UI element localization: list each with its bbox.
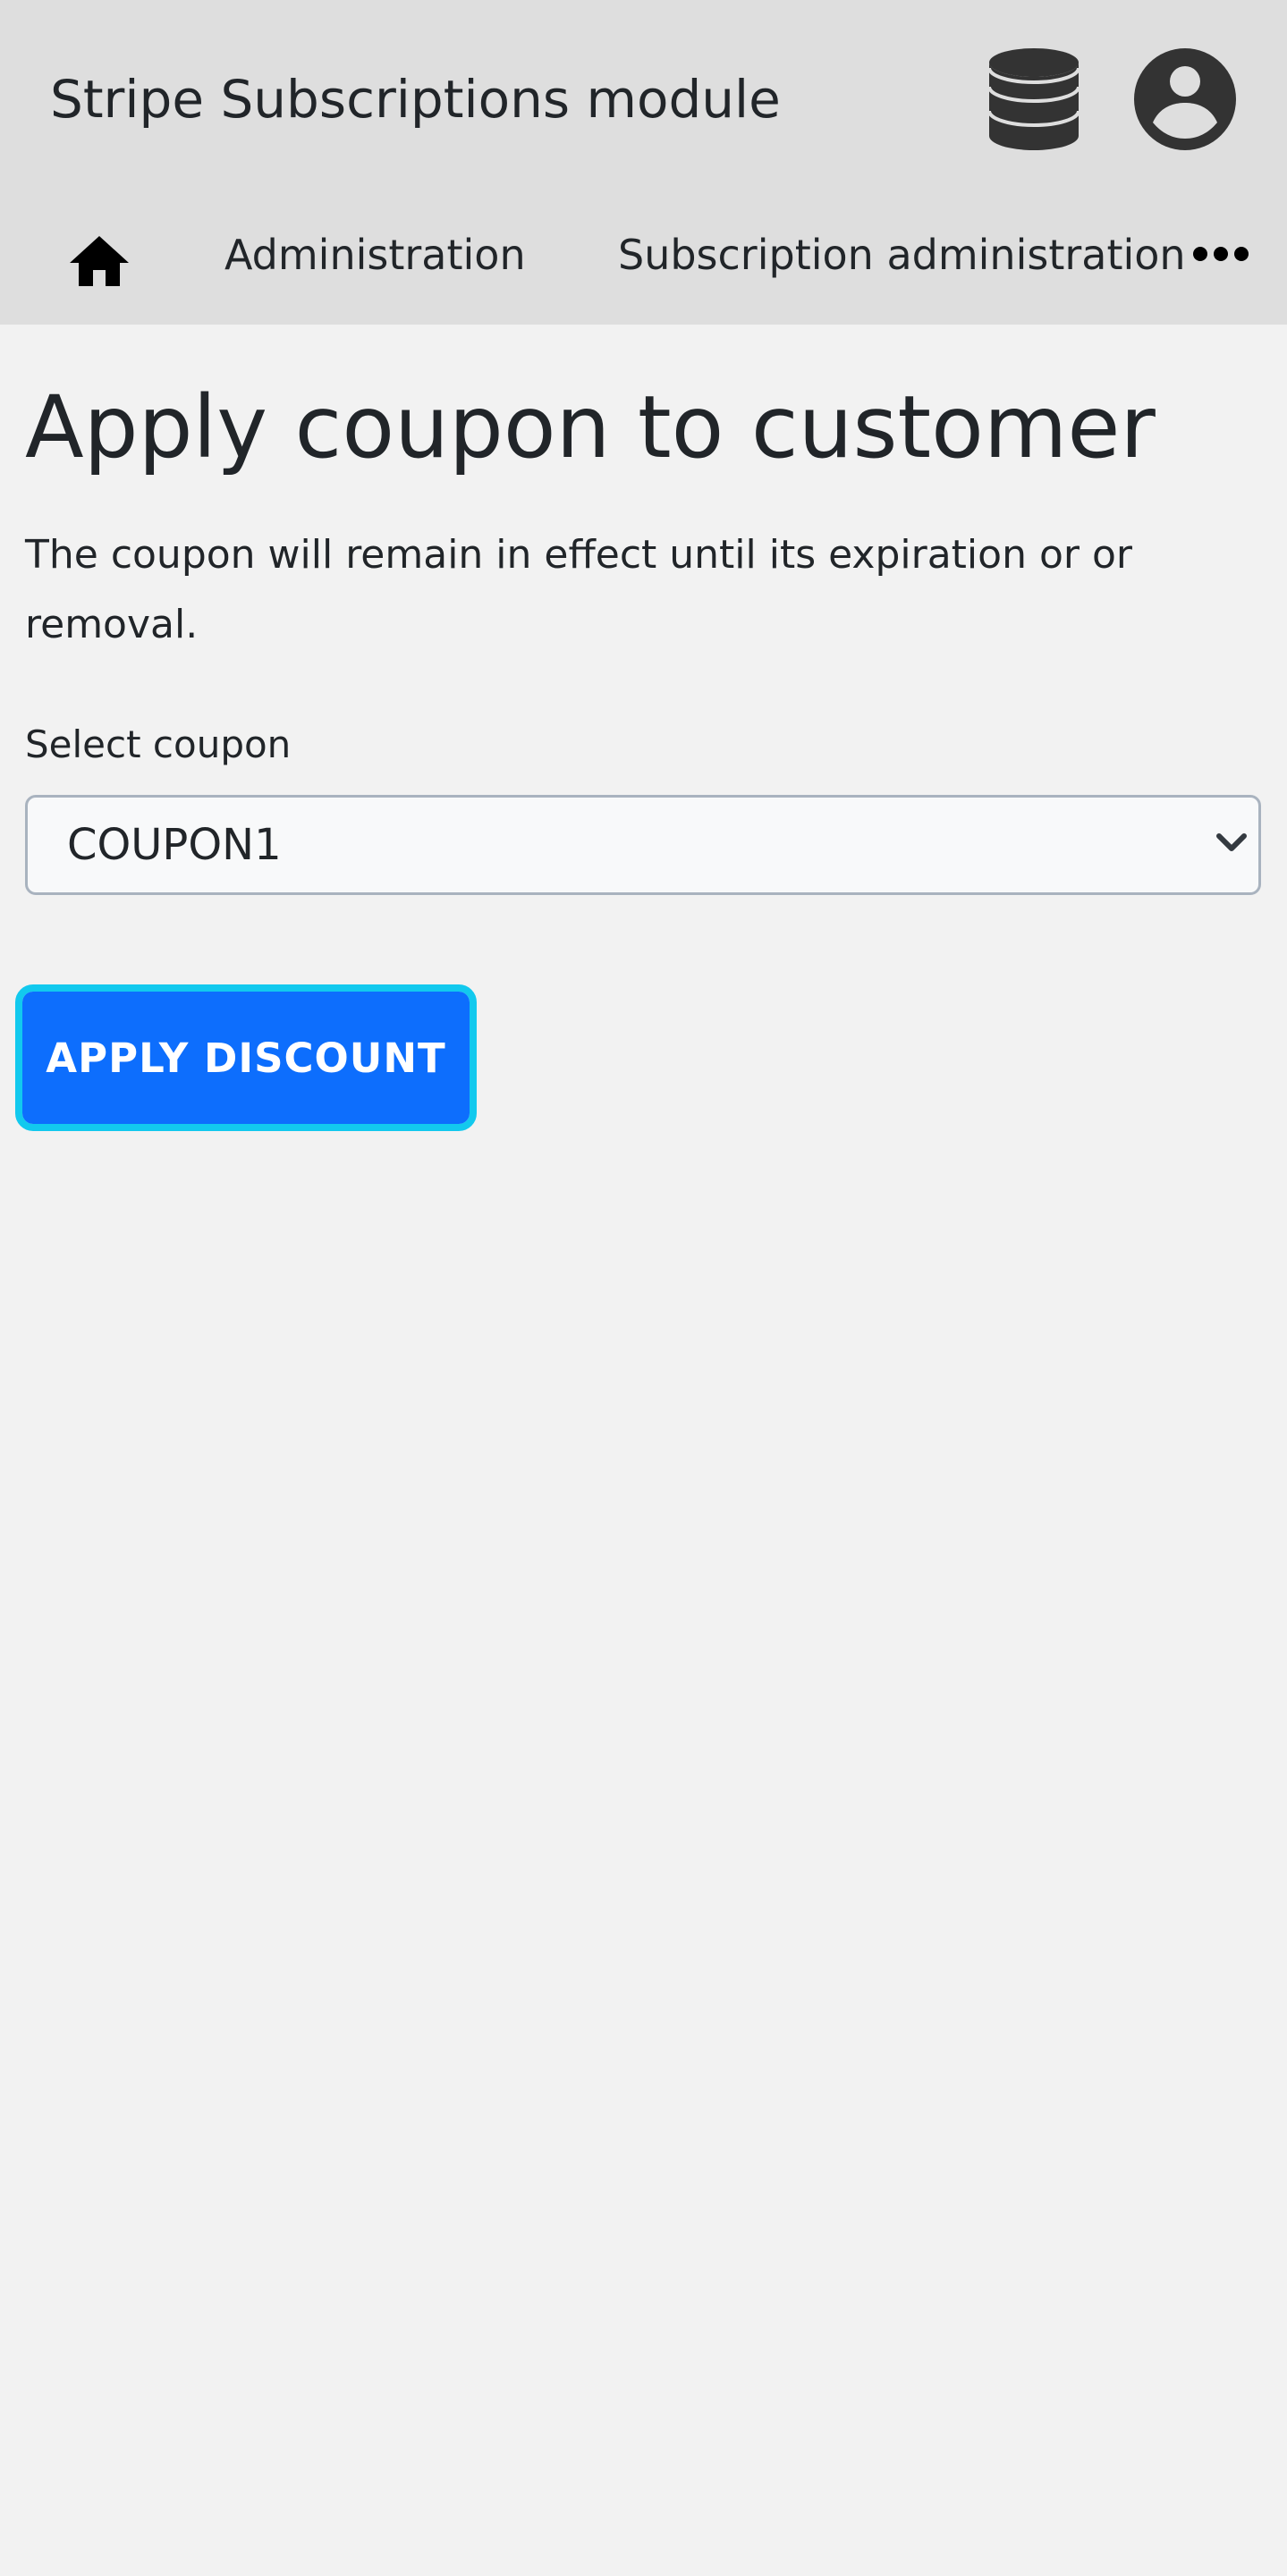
nav-item-administration[interactable]: Administration — [224, 225, 526, 284]
coupon-select-label: Select coupon — [25, 722, 292, 766]
nav-item-subscription-administration[interactable]: Subscription administration — [618, 225, 1186, 284]
coupon-select-value: COUPON1 — [67, 820, 282, 870]
page-description: The coupon will remain in effect until i… — [25, 532, 1132, 647]
coupon-select[interactable]: COUPON1 — [25, 795, 1261, 895]
page-title: Apply coupon to customer — [25, 377, 1156, 477]
app-title: Stripe Subscriptions module — [50, 69, 781, 130]
database-icon[interactable] — [987, 46, 1080, 152]
breadcrumb-nav: Administration Subscription administrati… — [0, 198, 1287, 315]
chevron-down-icon — [1216, 833, 1247, 851]
home-icon[interactable] — [68, 234, 131, 288]
apply-discount-focus-ring: APPLY DISCOUNT — [15, 984, 477, 1131]
app-header: Stripe Subscriptions module Administrati… — [0, 0, 1287, 325]
apply-discount-button[interactable]: APPLY DISCOUNT — [22, 992, 470, 1124]
more-horizontal-icon[interactable] — [1192, 243, 1249, 265]
user-account-icon[interactable] — [1133, 47, 1237, 151]
